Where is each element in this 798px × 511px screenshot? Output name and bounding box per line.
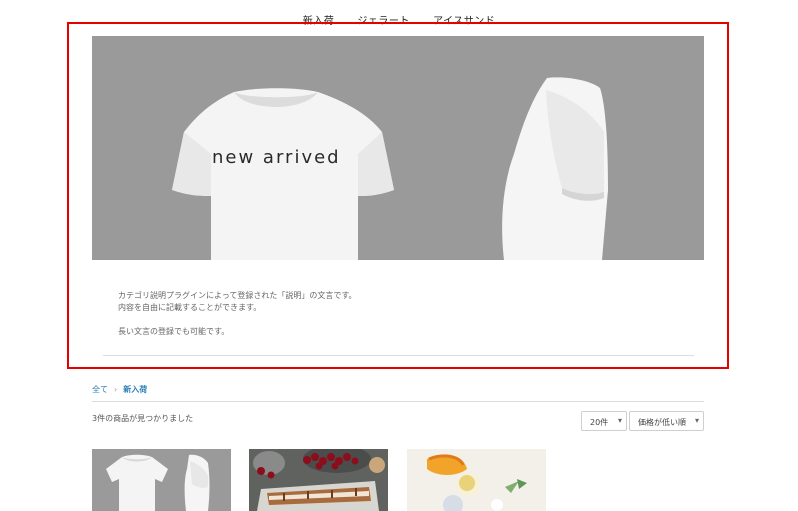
breadcrumb-separator: › xyxy=(114,385,118,394)
breadcrumb: 全て › 新入荷 xyxy=(92,384,147,395)
chevron-down-icon: ▾ xyxy=(694,416,699,425)
divider xyxy=(103,355,694,356)
breadcrumb-current[interactable]: 新入荷 xyxy=(123,385,147,394)
top-navigation: 新入荷 ジェラート アイスサンド xyxy=(0,12,798,27)
description-line-1: カテゴリ説明プラグインによって登録された「説明」の文言です。 xyxy=(118,291,357,300)
product-card-gelato[interactable] xyxy=(407,449,546,511)
category-description: カテゴリ説明プラグインによって登録された「説明」の文言です。 内容を自由に記載す… xyxy=(118,290,357,338)
per-page-select[interactable]: 20件 ▾ xyxy=(581,411,627,431)
product-card-ice-sandwich[interactable] xyxy=(249,449,388,511)
chevron-down-icon: ▾ xyxy=(617,416,622,425)
nav-item-gelato[interactable]: ジェラート xyxy=(357,12,410,27)
sort-order-value: 価格が低い順 xyxy=(638,418,686,427)
divider xyxy=(92,401,704,402)
description-line-2: 内容を自由に記載することができます。 xyxy=(118,303,262,312)
sort-order-select[interactable]: 価格が低い順 ▾ xyxy=(629,411,704,431)
tshirt-image xyxy=(92,449,231,511)
category-hero-banner: new arrived xyxy=(92,36,704,260)
gelato-image xyxy=(407,449,546,511)
results-count: 3件の商品が見つかりました xyxy=(92,414,194,423)
ice-sandwich-image xyxy=(249,449,388,511)
nav-item-ice-sandwich[interactable]: アイスサンド xyxy=(433,12,495,27)
description-note: 長い文言の登録でも可能です。 xyxy=(118,327,230,336)
nav-item-new-arrivals[interactable]: 新入荷 xyxy=(303,12,335,27)
breadcrumb-home-link[interactable]: 全て xyxy=(92,385,108,394)
tshirt-photo xyxy=(92,36,704,260)
per-page-value: 20件 xyxy=(590,418,609,427)
hero-title: new arrived xyxy=(212,147,341,168)
product-card-tshirt[interactable] xyxy=(92,449,231,511)
